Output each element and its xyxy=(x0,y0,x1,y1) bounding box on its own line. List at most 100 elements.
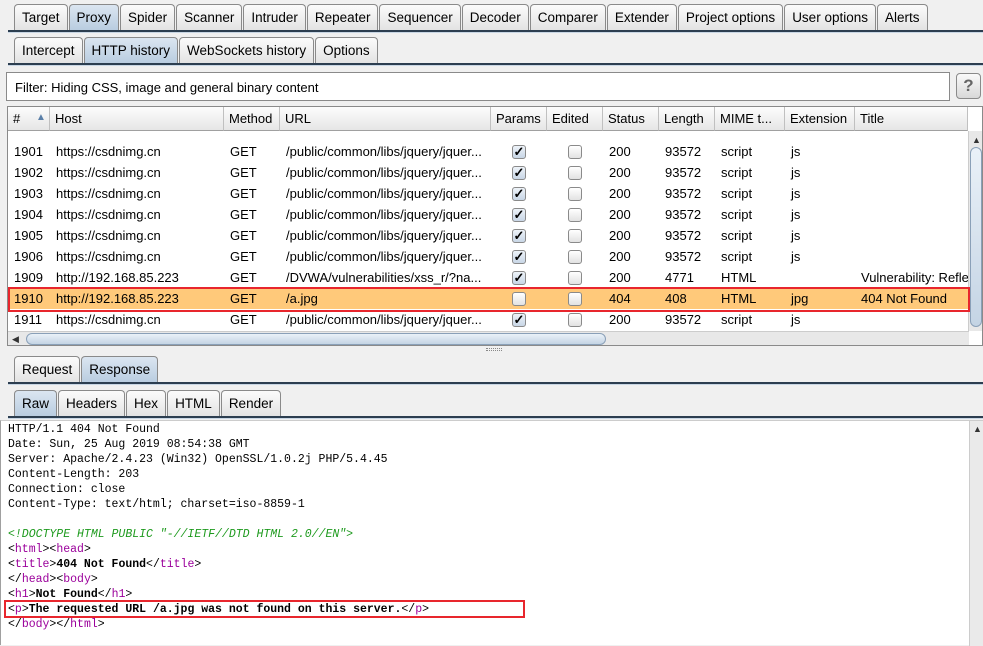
proxy-tab-http-history[interactable]: HTTP history xyxy=(83,37,179,63)
tab-extender[interactable]: Extender xyxy=(606,4,677,30)
tab-comparer[interactable]: Comparer xyxy=(529,4,606,30)
vertical-scrollbar[interactable]: ▲ xyxy=(968,131,982,331)
cell-method: GET xyxy=(230,228,257,243)
filter-bar[interactable]: Filter: Hiding CSS, image and general bi… xyxy=(6,72,950,101)
column-label: Edited xyxy=(552,111,589,126)
sort-ascending-icon[interactable]: ▲ xyxy=(36,112,46,123)
tag-name: head xyxy=(21,573,50,586)
view-tab-divider xyxy=(8,416,983,419)
tab-decoder[interactable]: Decoder xyxy=(461,4,529,30)
scroll-up-icon[interactable]: ▲ xyxy=(973,424,982,434)
column-header-status[interactable]: Status xyxy=(603,107,659,131)
message-tab-divider xyxy=(8,382,983,385)
cell-method: GET xyxy=(230,144,257,159)
html-body-line: <h1>Not Found</h1> xyxy=(8,587,132,602)
view-tab-hex[interactable]: Hex xyxy=(126,390,167,416)
cell-status: 200 xyxy=(609,144,631,159)
tab-proxy[interactable]: Proxy xyxy=(68,4,120,30)
response-header-line: Server: Apache/2.4.23 (Win32) OpenSSL/1.… xyxy=(8,453,388,466)
column-header-method[interactable]: Method xyxy=(224,107,280,131)
params-checkbox: ✓ xyxy=(512,228,526,243)
cell-mime: script xyxy=(721,207,753,222)
tag-bracket: > xyxy=(422,603,430,616)
tag-name: h1 xyxy=(111,588,126,601)
html-body-line: </body></html> xyxy=(8,617,105,632)
column-header-ext[interactable]: Extension xyxy=(785,107,855,131)
html-body-line: <p>The requested URL /a.jpg was not foun… xyxy=(8,602,429,617)
message-tab-response[interactable]: Response xyxy=(81,356,159,382)
view-tab-raw[interactable]: Raw xyxy=(14,390,58,416)
tag-bracket: >< xyxy=(42,543,57,556)
column-header-title[interactable]: Title xyxy=(855,107,968,131)
tab-spider[interactable]: Spider xyxy=(120,4,176,30)
cell-id: 1902 xyxy=(14,165,43,180)
column-header-host[interactable]: Host xyxy=(50,107,224,131)
splitter-handle[interactable] xyxy=(486,348,502,351)
table-row[interactable]: 1906 https://csdnimg.cn GET/public/common/… xyxy=(8,246,969,267)
scroll-thumb[interactable] xyxy=(26,333,606,345)
view-tab-bar: Raw Headers Hex HTML Render xyxy=(0,390,983,416)
tag-bracket: >< xyxy=(49,573,64,586)
column-header-length[interactable]: Length xyxy=(659,107,715,131)
cell-host: http://192.168.85.223 xyxy=(56,291,179,306)
cell-length: 93572 xyxy=(665,249,702,264)
cell-status: 200 xyxy=(609,312,631,327)
proxy-tab-websockets-history[interactable]: WebSockets history xyxy=(179,37,315,63)
view-tab-render[interactable]: Render xyxy=(220,390,282,416)
table-row[interactable]: 1904 https://csdnimg.cn GET/public/common/… xyxy=(8,204,969,225)
tab-project-options[interactable]: Project options xyxy=(677,4,784,30)
help-button[interactable]: ? xyxy=(956,73,981,99)
tab-target[interactable]: Target xyxy=(14,4,68,30)
tag-bracket: </ xyxy=(97,588,112,601)
column-header-id[interactable]: # ▲ xyxy=(8,107,50,131)
tab-alerts[interactable]: Alerts xyxy=(876,4,928,30)
tab-intruder[interactable]: Intruder xyxy=(243,4,306,30)
view-tab-html[interactable]: HTML xyxy=(167,390,220,416)
tab-sequencer[interactable]: Sequencer xyxy=(379,4,461,30)
column-header-edited[interactable]: Edited xyxy=(547,107,603,131)
column-label: MIME t... xyxy=(720,111,772,126)
message-tab-request[interactable]: Request xyxy=(14,356,81,382)
editor-scrollbar[interactable]: ▲ xyxy=(969,421,983,646)
tag-name: title xyxy=(14,558,50,571)
table-row[interactable]: 1911 https://csdnimg.cn GET/public/common/… xyxy=(8,309,969,330)
cell-url: /a.jpg xyxy=(286,291,318,306)
cell-host: https://csdnimg.cn xyxy=(56,186,161,201)
edited-checkbox xyxy=(568,145,582,159)
cell-method: GET xyxy=(230,312,257,327)
cell-title xyxy=(855,309,968,330)
cell-url: /public/common/libs/jquery/jquer... xyxy=(286,144,482,159)
column-header-url[interactable]: URL xyxy=(280,107,491,131)
scroll-left-icon[interactable]: ◀ xyxy=(12,334,19,345)
table-row[interactable]: 1902 https://csdnimg.cn GET/public/common/… xyxy=(8,162,969,183)
column-header-params[interactable]: Params xyxy=(491,107,547,131)
table-row[interactable]: 1909 http://192.168.85.223 GET/DVWA/vulner… xyxy=(8,267,969,288)
cell-host: http://192.168.85.223 xyxy=(56,270,179,285)
proxy-tab-options[interactable]: Options xyxy=(315,37,378,63)
params-checkbox: ✓ xyxy=(512,186,526,201)
response-editor[interactable]: HTTP/1.1 404 Not Found Date: Sun, 25 Aug … xyxy=(0,420,983,646)
tab-repeater[interactable]: Repeater xyxy=(306,4,379,30)
tag-name: h1 xyxy=(14,588,29,601)
table-row[interactable]: 1910 http://192.168.85.223 GET/a.jpg 404 408… xyxy=(8,288,969,309)
cell-ext: jpg xyxy=(791,291,809,306)
cell-status: 200 xyxy=(609,207,631,222)
cell-id: 1909 xyxy=(14,270,43,285)
cell-id: 1901 xyxy=(14,144,43,159)
proxy-tab-bar: Intercept HTTP history WebSockets history O… xyxy=(0,37,983,63)
scroll-up-icon[interactable]: ▲ xyxy=(972,135,981,145)
cell-length: 93572 xyxy=(665,165,702,180)
tab-scanner[interactable]: Scanner xyxy=(176,4,243,30)
column-label: # xyxy=(13,111,21,126)
cell-title xyxy=(855,162,968,183)
cell-status: 200 xyxy=(609,228,631,243)
table-row[interactable]: 1903 https://csdnimg.cn GET/public/common/… xyxy=(8,183,969,204)
column-header-mime[interactable]: MIME t... xyxy=(715,107,785,131)
table-row[interactable]: 1901 https://csdnimg.cn GET/public/common/… xyxy=(8,141,969,162)
tab-user-options[interactable]: User options xyxy=(784,4,876,30)
table-row[interactable]: 1905 https://csdnimg.cn GET/public/common/… xyxy=(8,225,969,246)
view-tab-headers[interactable]: Headers xyxy=(58,390,126,416)
horizontal-scrollbar[interactable]: ◀ xyxy=(8,331,969,345)
scroll-thumb[interactable] xyxy=(970,147,982,327)
proxy-tab-intercept[interactable]: Intercept xyxy=(14,37,83,63)
